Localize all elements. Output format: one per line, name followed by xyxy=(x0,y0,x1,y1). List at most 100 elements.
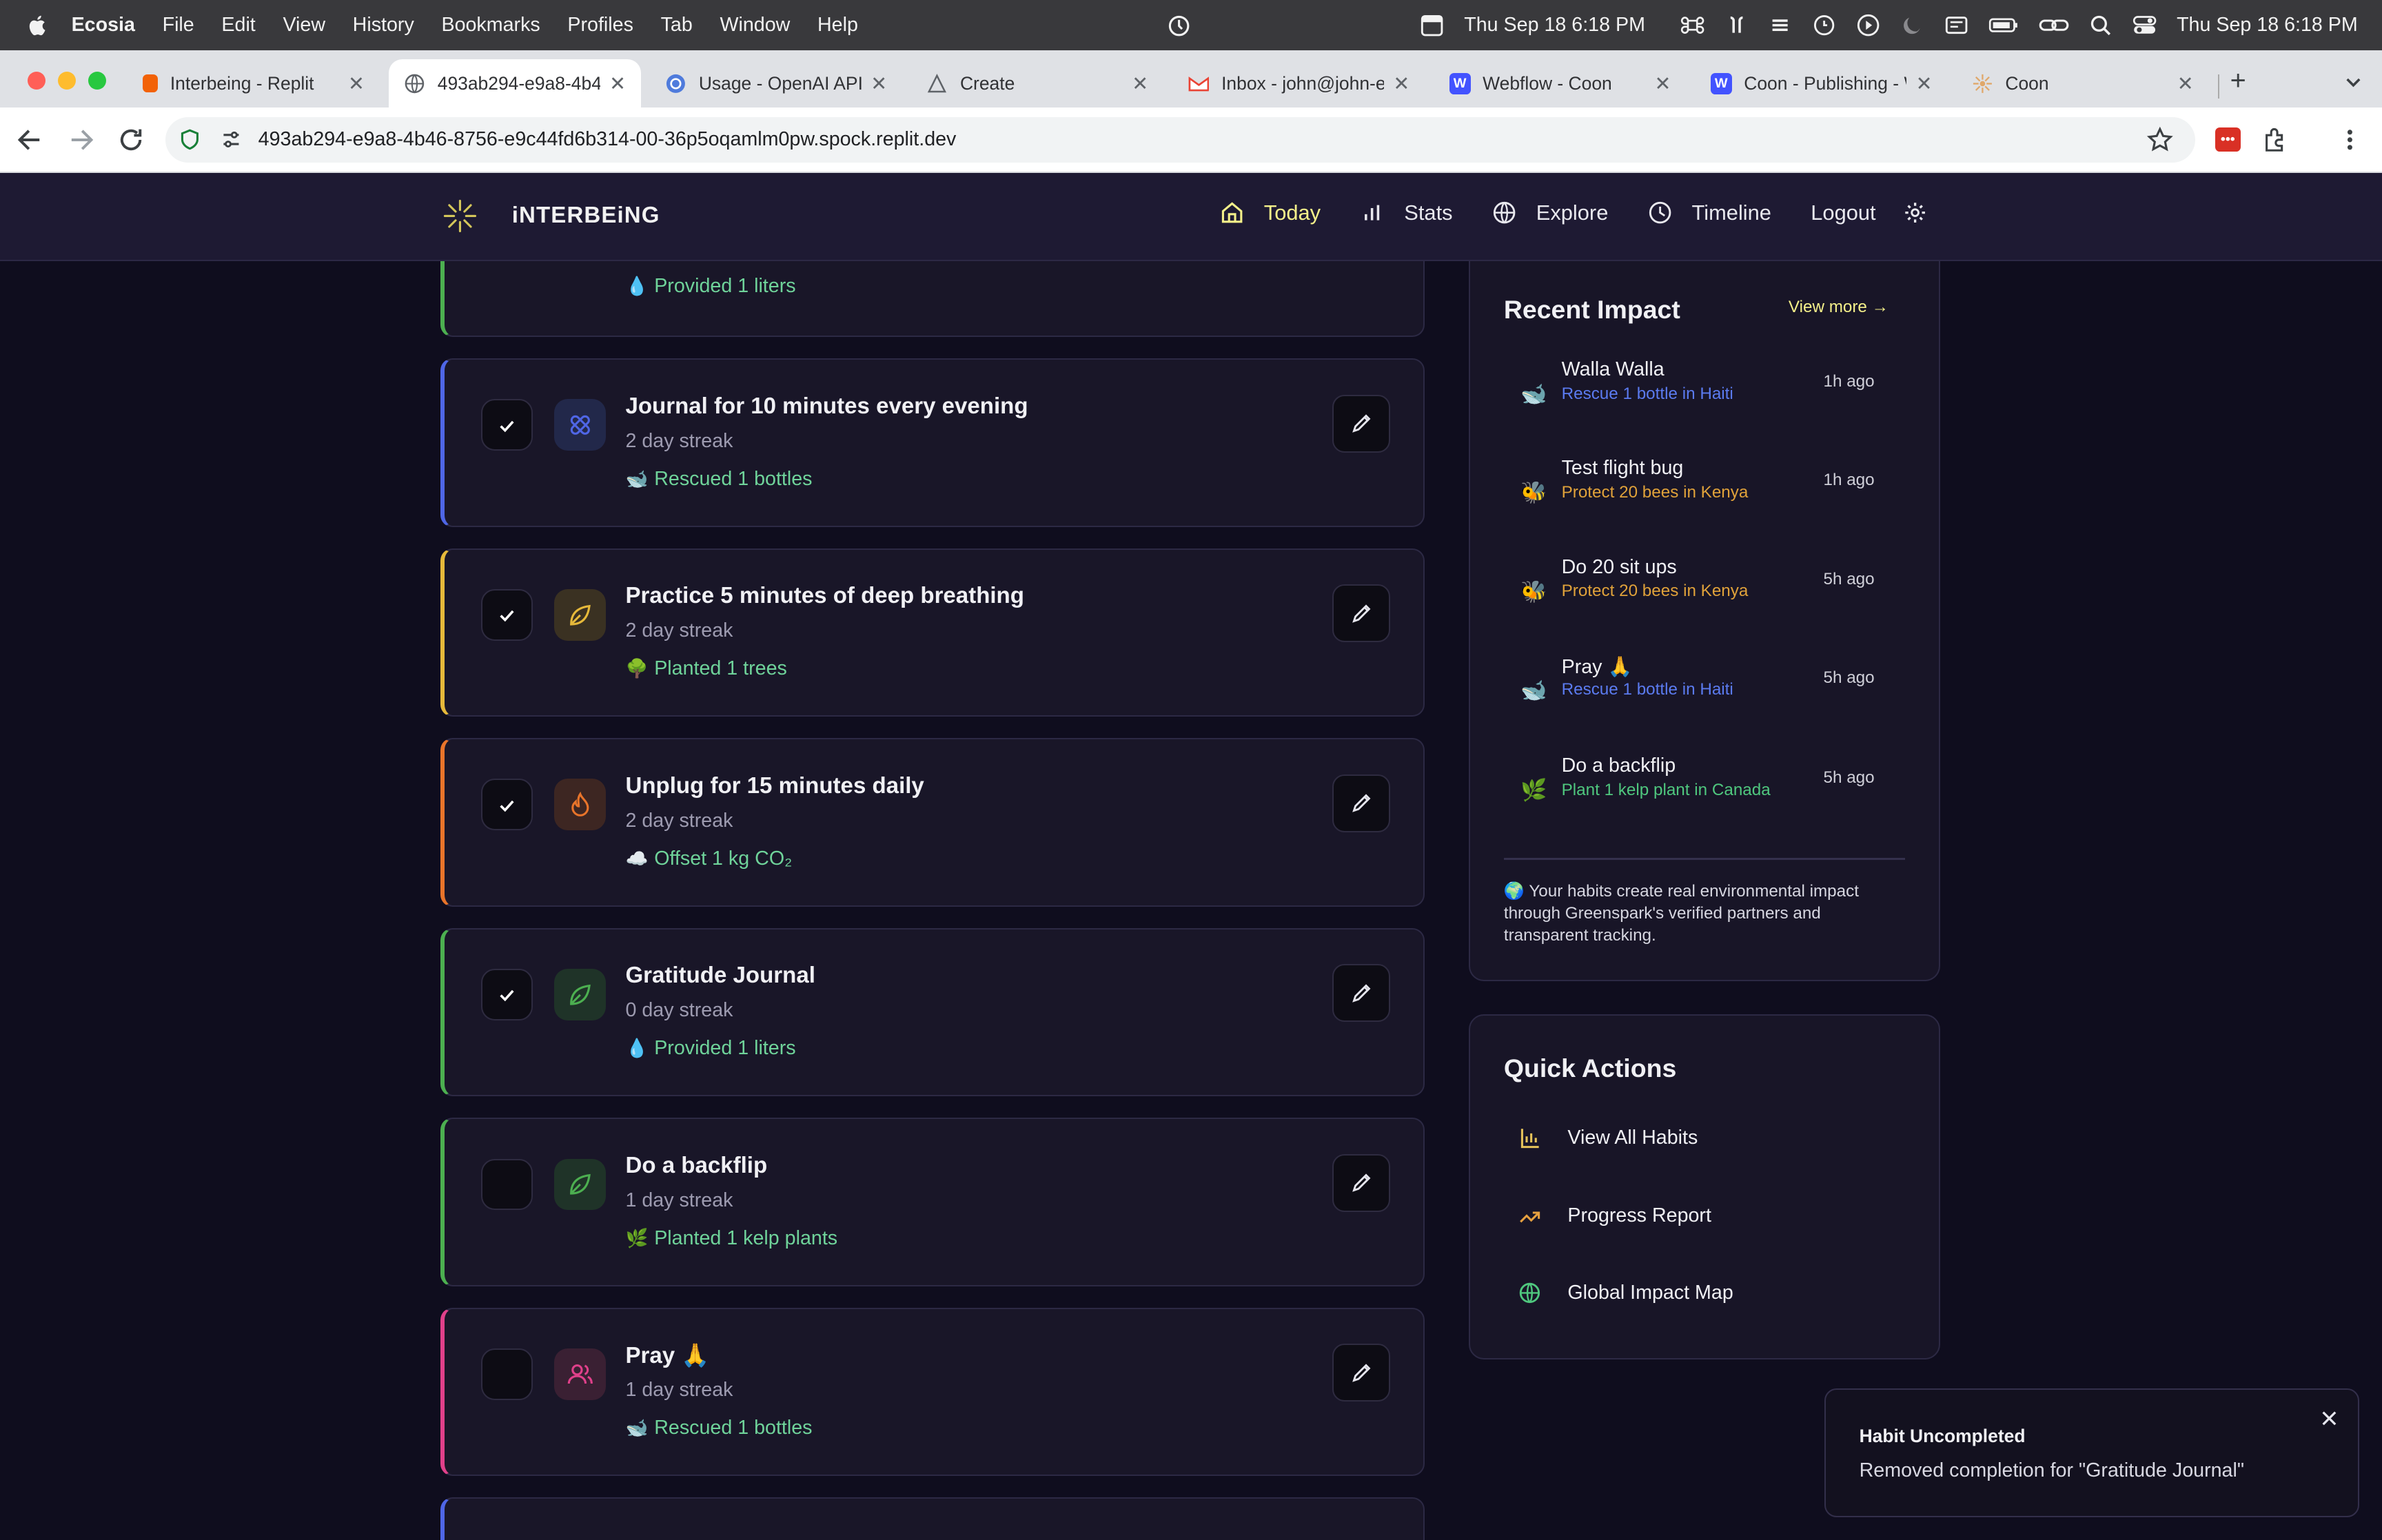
habit-checkbox[interactable] xyxy=(481,969,533,1020)
menu-profiles[interactable]: Profiles xyxy=(567,14,633,37)
view-more-link[interactable]: View more → xyxy=(1789,298,1889,317)
edit-habit-button[interactable] xyxy=(1332,1153,1390,1212)
water-drop-icon: 💧 xyxy=(625,1038,649,1059)
browser-tab[interactable]: Coon ✕ xyxy=(1957,59,2209,108)
zoom-window-button[interactable] xyxy=(88,71,107,90)
nav-logout[interactable]: Logout xyxy=(1811,201,1875,225)
tab-close-icon[interactable]: ✕ xyxy=(2177,72,2194,96)
calendar-icon[interactable] xyxy=(1420,13,1444,37)
close-icon[interactable] xyxy=(2319,1408,2340,1429)
browser-tab[interactable]: W Coon - Publishing - W ✕ xyxy=(1696,59,1948,108)
menu-view[interactable]: View xyxy=(283,14,325,37)
back-icon[interactable] xyxy=(15,125,45,155)
nav-timeline[interactable]: Timeline xyxy=(1648,201,1771,225)
search-icon[interactable] xyxy=(2088,13,2113,37)
apple-icon[interactable] xyxy=(26,13,50,37)
browser-tab[interactable]: Usage - OpenAI API ✕ xyxy=(650,59,902,108)
extension-icon[interactable]: ••• xyxy=(2215,127,2241,152)
habit-checkbox[interactable] xyxy=(481,588,533,641)
impact-item-description: Rescue 1 bottle in Haiti xyxy=(1561,680,1733,699)
tab-close-icon[interactable]: ✕ xyxy=(1132,72,1148,96)
more-menu-icon[interactable] xyxy=(2339,126,2361,154)
impact-item[interactable]: 🐋 Pray 🙏 Rescue 1 bottle in Haiti 5h ago xyxy=(1504,647,1893,738)
bookmark-star-icon[interactable] xyxy=(2146,126,2174,154)
nav-explore[interactable]: Explore xyxy=(1492,201,1608,225)
webflow-icon: W xyxy=(1449,72,1471,94)
global-impact-map-button[interactable]: Global Impact Map xyxy=(1504,1282,1733,1304)
nav-today[interactable]: Today xyxy=(1220,201,1321,225)
new-tab-icon[interactable]: + xyxy=(2230,65,2246,96)
habit-title: Gratitude Journal xyxy=(625,963,815,989)
menu-tab[interactable]: Tab xyxy=(661,14,693,37)
menu-window[interactable]: Window xyxy=(720,14,790,37)
habit-impact-text: Offset 1 kg CO₂ xyxy=(654,847,793,870)
moon-icon[interactable] xyxy=(1900,13,1924,37)
impact-item[interactable]: 🐋 Walla Walla Rescue 1 bottle in Haiti 1… xyxy=(1504,351,1893,442)
tab-close-icon[interactable]: ✕ xyxy=(1655,72,1671,96)
browser-tab[interactable]: Inbox - john@john-el ✕ xyxy=(1173,59,1425,108)
habit-streak: 2 day streak xyxy=(625,809,733,832)
edit-habit-button[interactable] xyxy=(1332,774,1390,832)
edit-habit-button[interactable] xyxy=(1332,394,1390,453)
habit-checkbox[interactable] xyxy=(481,1348,533,1400)
extensions-puzzle-icon[interactable] xyxy=(2262,126,2290,154)
menubar-clock[interactable]: Thu Sep 18 6:18 PM xyxy=(2177,14,2358,37)
tab-close-icon[interactable]: ✕ xyxy=(609,72,626,96)
habit-checkbox[interactable] xyxy=(481,779,533,831)
forward-icon[interactable] xyxy=(65,125,96,155)
habit-impact-text: Provided 1 liters xyxy=(654,274,796,297)
shield-icon[interactable] xyxy=(179,129,201,150)
app-logo[interactable]: iNTERBEiNG xyxy=(442,198,660,234)
reload-icon[interactable] xyxy=(116,125,146,155)
airpods-icon[interactable] xyxy=(1724,13,1749,37)
settings-gear-icon[interactable] xyxy=(1903,201,1927,225)
impact-item[interactable]: 🌿 Do a backflip Plant 1 kelp plant in Ca… xyxy=(1504,747,1893,838)
menu-help[interactable]: Help xyxy=(817,14,858,37)
menu-bookmarks[interactable]: Bookmarks xyxy=(441,14,540,37)
stripes-icon[interactable] xyxy=(1768,13,1792,37)
nav-stats[interactable]: Stats xyxy=(1360,201,1453,225)
tab-search-icon[interactable] xyxy=(2343,72,2364,93)
address-bar[interactable]: 493ab294-e9a8-4b46-8756-e9c44fd6b314-00-… xyxy=(165,116,2195,163)
edit-habit-button[interactable] xyxy=(1332,1344,1390,1402)
tab-close-icon[interactable]: ✕ xyxy=(1916,72,1933,96)
time-machine-icon[interactable] xyxy=(1812,13,1836,37)
site-settings-icon[interactable] xyxy=(221,129,242,150)
impact-item[interactable]: 🐝 Test flight bug Protect 20 bees in Ken… xyxy=(1504,449,1893,540)
recent-impact-title: Recent Impact xyxy=(1503,294,1680,324)
menubar-date-time[interactable]: Thu Sep 18 6:18 PM xyxy=(1464,14,1645,37)
link-icon[interactable] xyxy=(2039,13,2069,37)
impact-note: 🌍 Your habits create real environmental … xyxy=(1503,882,1859,945)
edit-habit-button[interactable] xyxy=(1332,964,1390,1023)
globe-icon xyxy=(1493,202,1516,224)
view-all-habits-button[interactable]: View All Habits xyxy=(1504,1127,1698,1149)
browser-tab[interactable]: Create ✕ xyxy=(911,59,1163,108)
impact-item[interactable]: 🐝 Do 20 sit ups Protect 20 bees in Kenya… xyxy=(1504,548,1893,639)
nav-label: Timeline xyxy=(1691,200,1771,225)
control-center-icon[interactable] xyxy=(2132,13,2157,37)
menu-history[interactable]: History xyxy=(353,14,414,37)
command-icon[interactable] xyxy=(1680,13,1704,37)
timer-icon[interactable] xyxy=(1167,14,1191,38)
minimize-window-button[interactable] xyxy=(57,71,77,90)
battery-icon[interactable] xyxy=(1988,13,2019,37)
close-window-button[interactable] xyxy=(27,71,46,90)
browser-tab[interactable]: W Webflow - Coon ✕ xyxy=(1434,59,1687,108)
play-icon[interactable] xyxy=(1856,13,1880,37)
tab-close-icon[interactable]: ✕ xyxy=(871,72,887,96)
display-icon[interactable] xyxy=(1944,13,1968,37)
tab-close-icon[interactable]: ✕ xyxy=(1393,72,1409,96)
menu-edit[interactable]: Edit xyxy=(221,14,255,37)
menu-file[interactable]: File xyxy=(163,14,194,37)
tab-close-icon[interactable]: ✕ xyxy=(348,72,365,96)
edit-habit-button[interactable] xyxy=(1332,584,1390,643)
habit-impact-text: Planted 1 trees xyxy=(654,657,787,680)
browser-tab[interactable]: Interbeing - Replit ✕ xyxy=(128,59,380,108)
menu-app-name[interactable]: Ecosia xyxy=(72,14,135,37)
habit-checkbox[interactable] xyxy=(481,399,533,451)
quick-action-label: View All Habits xyxy=(1567,1127,1698,1149)
macos-menu-bar: Ecosia File Edit View History Bookmarks … xyxy=(0,0,2382,50)
browser-tab-active[interactable]: 493ab294-e9a8-4b4 ✕ xyxy=(389,59,642,108)
progress-report-button[interactable]: Progress Report xyxy=(1504,1204,1711,1227)
habit-checkbox[interactable] xyxy=(481,1158,533,1211)
